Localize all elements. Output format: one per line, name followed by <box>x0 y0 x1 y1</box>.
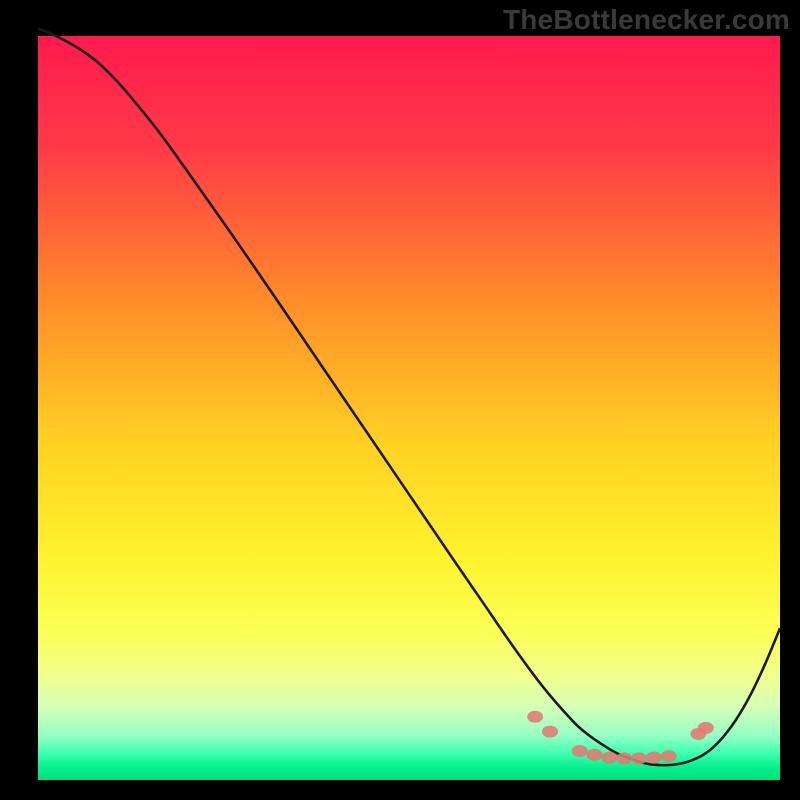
curve-marker <box>616 752 632 764</box>
curve-marker <box>527 711 543 723</box>
watermark-text: TheBottlenecker.com <box>503 4 790 36</box>
chart-stage: TheBottlenecker.com <box>0 0 800 800</box>
curve-marker <box>698 722 714 734</box>
gradient-panel <box>38 36 780 780</box>
curve-marker <box>572 745 588 757</box>
curve-marker <box>631 752 647 764</box>
chart-svg <box>0 0 800 800</box>
curve-marker <box>661 750 677 762</box>
curve-marker <box>646 752 662 764</box>
curve-marker <box>542 726 558 738</box>
curve-marker <box>587 749 603 761</box>
curve-marker <box>601 752 617 764</box>
